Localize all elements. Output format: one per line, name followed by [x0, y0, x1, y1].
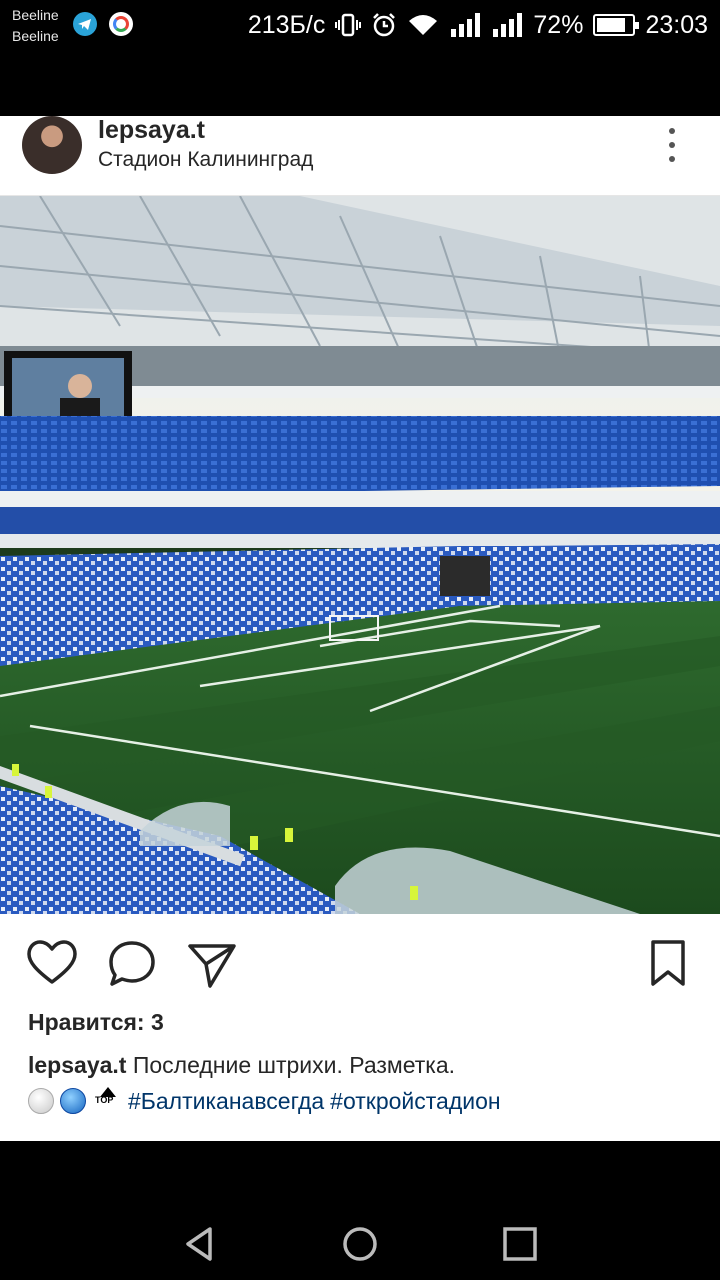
hashtag-baltika[interactable]: #Балтиканавсегда	[128, 1086, 324, 1116]
post-location[interactable]: Стадион Калининград	[98, 147, 313, 173]
google-icon	[109, 12, 133, 36]
signal-icon	[493, 13, 523, 37]
telegram-icon	[73, 12, 97, 36]
comment-icon[interactable]	[106, 938, 158, 990]
carrier-2: Beeline	[12, 28, 59, 44]
recents-icon[interactable]	[500, 1224, 540, 1264]
more-dot-icon	[669, 156, 675, 162]
post-caption: lepsaya.t Последние штрихи. Разметка.	[28, 1050, 698, 1080]
more-dot-icon	[669, 142, 675, 148]
signal-icon	[451, 13, 481, 37]
network-speed: 213Б/с	[247, 10, 326, 39]
battery-percent: 72%	[533, 10, 584, 39]
stadium-photo	[0, 196, 720, 914]
carrier-labels: Beeline Beeline	[12, 5, 59, 47]
battery-icon	[593, 14, 640, 36]
more-options-button[interactable]	[660, 128, 684, 162]
caption-hashtags-line: TOP #Балтиканавсегда #откройстадион	[28, 1086, 708, 1116]
caption-username[interactable]: lepsaya.t	[28, 1052, 126, 1078]
caption-text: Последние штрихи. Разметка.	[126, 1052, 456, 1078]
blue-circle-emoji-icon	[60, 1088, 86, 1114]
like-heart-icon[interactable]	[26, 938, 78, 990]
post-header: lepsaya.t Стадион Калининград	[0, 116, 720, 196]
top-arrow-emoji-icon: TOP	[92, 1087, 122, 1115]
vibrate-icon	[335, 13, 362, 37]
clock: 23:03	[645, 10, 708, 39]
post-photo[interactable]	[0, 196, 720, 914]
alarm-icon	[373, 13, 396, 37]
navigation-bar	[0, 1200, 720, 1280]
save-bookmark-icon[interactable]	[644, 938, 692, 990]
carrier-1: Beeline	[12, 7, 59, 23]
back-icon[interactable]	[180, 1224, 220, 1264]
white-circle-emoji-icon	[28, 1088, 54, 1114]
status-bar: Beeline Beeline 213Б/с 72% 23:03	[0, 0, 720, 50]
wifi-icon	[409, 15, 438, 35]
status-right: 213Б/с 72% 23:03	[248, 8, 708, 42]
home-icon[interactable]	[340, 1224, 380, 1264]
phone-screen: Beeline Beeline 213Б/с 72% 23:03 lepsaya…	[0, 0, 720, 1280]
instagram-post: lepsaya.t Стадион Калининград Нравится: …	[0, 116, 720, 1141]
post-username[interactable]: lepsaya.t	[98, 116, 205, 144]
avatar[interactable]	[22, 116, 82, 174]
top-emoji-text: TOP	[95, 1095, 114, 1105]
likes-count[interactable]: Нравится: 3	[28, 1009, 164, 1036]
post-actions	[0, 934, 720, 990]
more-dot-icon	[669, 128, 675, 134]
hashtag-open-stadium[interactable]: #откройстадион	[330, 1086, 500, 1116]
share-send-icon[interactable]	[186, 938, 238, 990]
